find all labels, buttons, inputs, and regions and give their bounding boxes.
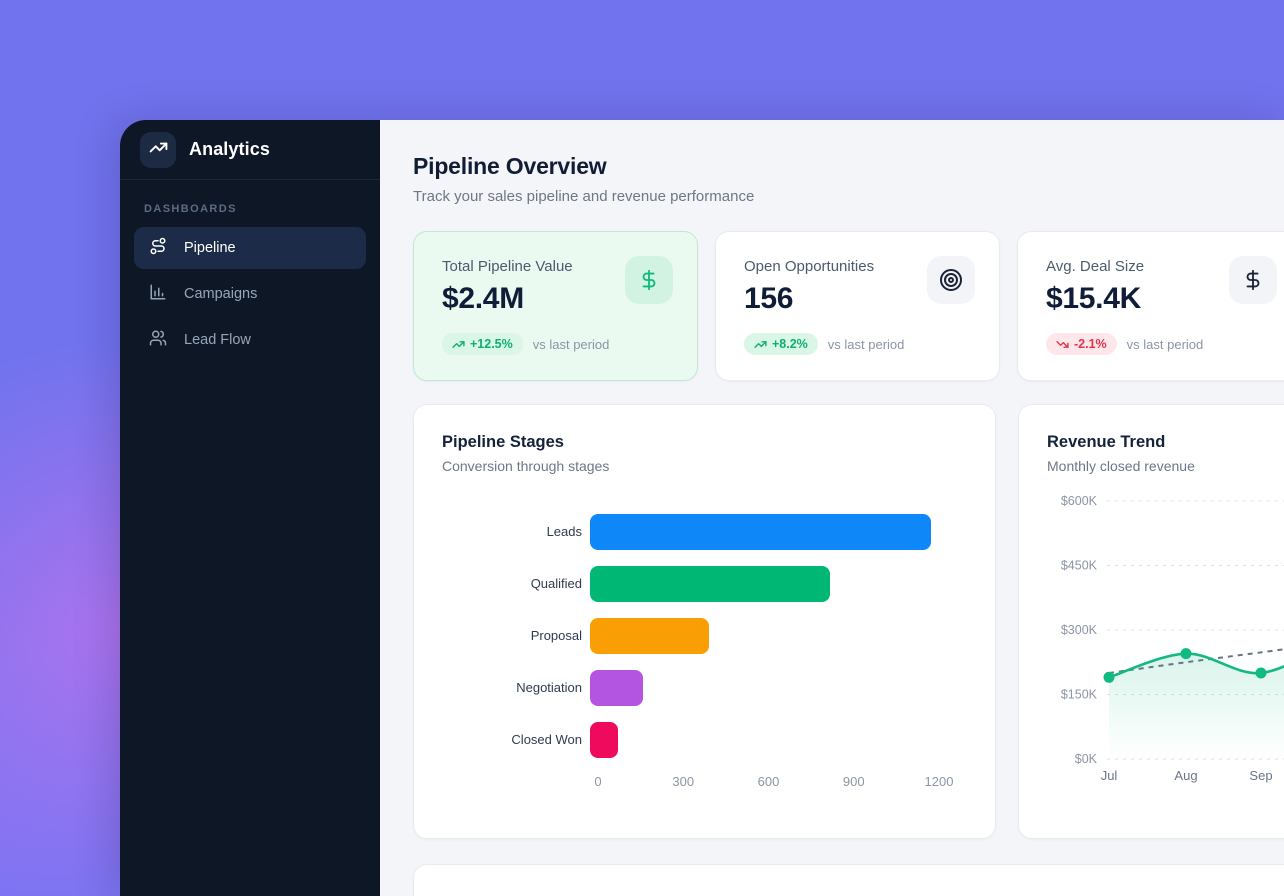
kpi-row: Total Pipeline Value $2.4M +12.5% vs las… <box>413 231 1284 381</box>
target-icon <box>927 256 975 304</box>
bar-track <box>590 722 931 758</box>
y-tick-label: $600K <box>1061 494 1098 508</box>
bar-track <box>590 618 931 654</box>
sidebar-section-label: DASHBOARDS <box>144 203 356 215</box>
trending-up-icon <box>754 338 767 351</box>
charts-row: Pipeline Stages Conversion through stage… <box>413 404 1284 839</box>
bar-track <box>590 566 931 602</box>
sidebar-item-campaigns[interactable]: Campaigns <box>134 273 366 315</box>
bar-row: Leads <box>442 514 967 550</box>
data-point-marker <box>1104 672 1115 683</box>
revenue-trend-card: Revenue Trend Monthly closed revenue $0K… <box>1018 404 1284 839</box>
data-point-marker <box>1181 648 1192 659</box>
app-window: Analytics DASHBOARDS Pipeline Campaigns <box>120 120 1284 896</box>
x-tick-label: 300 <box>672 774 694 789</box>
bar <box>590 514 931 550</box>
analytics-logo <box>140 132 176 168</box>
chart-title: Revenue Trend <box>1047 433 1284 452</box>
logo-row: Analytics <box>120 120 380 180</box>
bar-category-label: Negotiation <box>442 680 590 696</box>
sidebar-item-pipeline[interactable]: Pipeline <box>134 227 366 269</box>
x-tick-label: 0 <box>594 774 601 789</box>
chart-title: Pipeline Stages <box>442 433 967 452</box>
main-content: Pipeline Overview Track your sales pipel… <box>380 120 1284 896</box>
change-badge: +12.5% <box>442 333 523 355</box>
y-tick-label: $300K <box>1061 623 1098 637</box>
bar-category-label: Leads <box>442 524 590 540</box>
x-tick-label: 900 <box>843 774 865 789</box>
kpi-card-open-opportunities: Open Opportunities 156 +8.2% vs last per… <box>715 231 1000 381</box>
users-icon <box>149 329 167 351</box>
page-subtitle: Track your sales pipeline and revenue pe… <box>413 188 1284 205</box>
trending-up-icon <box>149 138 168 162</box>
bar-chart-icon <box>149 283 167 305</box>
change-badge: -2.1% <box>1046 333 1117 355</box>
chart-subtitle: Monthly closed revenue <box>1047 458 1284 474</box>
dollar-icon <box>1229 256 1277 304</box>
pipeline-stages-x-axis: 03006009001200 <box>598 774 939 792</box>
sidebar-item-label: Campaigns <box>184 286 257 302</box>
change-badge: +8.2% <box>744 333 818 355</box>
bar <box>590 670 643 706</box>
compare-label: vs last period <box>828 337 905 352</box>
bar-track <box>590 670 931 706</box>
x-tick-label: 600 <box>758 774 780 789</box>
sidebar-item-label: Pipeline <box>184 240 236 256</box>
bar-category-label: Closed Won <box>442 732 590 748</box>
bar <box>590 618 709 654</box>
bar-row: Negotiation <box>442 670 967 706</box>
bar-track <box>590 514 931 550</box>
bar-row: Closed Won <box>442 722 967 758</box>
compare-label: vs last period <box>533 337 610 352</box>
x-tick-label: Aug <box>1174 768 1197 783</box>
pipeline-stages-card: Pipeline Stages Conversion through stage… <box>413 404 996 839</box>
bottom-card-partial <box>413 864 1284 896</box>
page-title: Pipeline Overview <box>413 153 1284 180</box>
kpi-footer: +12.5% vs last period <box>442 333 669 355</box>
sidebar-item-label: Lead Flow <box>184 332 251 348</box>
kpi-card-total-pipeline-value: Total Pipeline Value $2.4M +12.5% vs las… <box>413 231 698 381</box>
bar-row: Proposal <box>442 618 967 654</box>
sidebar-item-lead-flow[interactable]: Lead Flow <box>134 319 366 361</box>
kpi-footer: +8.2% vs last period <box>744 333 971 355</box>
data-point-marker <box>1256 668 1267 679</box>
bar-row: Qualified <box>442 566 967 602</box>
trending-down-icon <box>1056 338 1069 351</box>
bar <box>590 566 830 602</box>
revenue-area <box>1109 639 1284 759</box>
sidebar: Analytics DASHBOARDS Pipeline Campaigns <box>120 120 380 896</box>
revenue-line-chart-svg: $0K $150K $300K $450K $600K Jul Aug Sep <box>1047 490 1284 795</box>
kpi-card-avg-deal-size: Avg. Deal Size $15.4K -2.1% vs last peri… <box>1017 231 1284 381</box>
revenue-trend-chart: $0K $150K $300K $450K $600K Jul Aug Sep <box>1047 490 1284 800</box>
chart-subtitle: Conversion through stages <box>442 458 967 474</box>
x-tick-label: Sep <box>1249 768 1272 783</box>
y-tick-label: $0K <box>1075 752 1098 766</box>
pipeline-stages-rows: Leads Qualified Proposal Negotiation Closed … <box>442 514 967 758</box>
dollar-icon <box>625 256 673 304</box>
x-tick-label: Jul <box>1101 768 1118 783</box>
trending-up-icon <box>452 338 465 351</box>
bar-category-label: Qualified <box>442 576 590 592</box>
bar <box>590 722 618 758</box>
bar-category-label: Proposal <box>442 628 590 644</box>
y-tick-label: $450K <box>1061 559 1098 573</box>
x-tick-label: 1200 <box>925 774 954 789</box>
route-icon <box>149 237 167 259</box>
kpi-footer: -2.1% vs last period <box>1046 333 1273 355</box>
app-title: Analytics <box>189 139 270 160</box>
y-tick-label: $150K <box>1061 688 1098 702</box>
compare-label: vs last period <box>1127 337 1204 352</box>
